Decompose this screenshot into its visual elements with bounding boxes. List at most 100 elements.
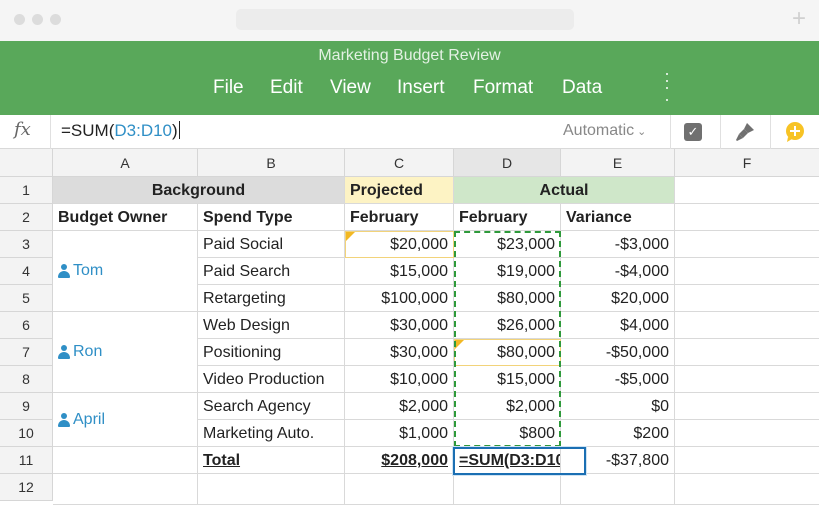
group-header-background[interactable]: Background bbox=[53, 177, 345, 204]
projected-cell[interactable]: $2,000 bbox=[345, 393, 454, 420]
header-spend-type[interactable]: Spend Type bbox=[198, 204, 345, 231]
owner-cell-ron[interactable]: Ron bbox=[53, 312, 198, 393]
menu-data[interactable]: Data bbox=[562, 75, 602, 101]
projected-cell[interactable]: $1,000 bbox=[345, 420, 454, 447]
variance-cell[interactable]: -$50,000 bbox=[561, 339, 675, 366]
header-variance[interactable]: Variance bbox=[561, 204, 675, 231]
variance-cell[interactable]: -$5,000 bbox=[561, 366, 675, 393]
menu-edit[interactable]: Edit bbox=[270, 75, 303, 101]
row-header[interactable]: 4 bbox=[0, 258, 53, 285]
row-header[interactable]: 7 bbox=[0, 339, 53, 366]
variance-cell[interactable]: -$4,000 bbox=[561, 258, 675, 285]
cell[interactable] bbox=[198, 474, 345, 505]
actual-cell[interactable]: $800 bbox=[454, 420, 561, 447]
minimize-window-button[interactable] bbox=[32, 14, 43, 25]
spreadsheet-grid[interactable]: A B C D E F 1 2 3 4 5 6 7 8 9 10 11 12 B… bbox=[0, 149, 819, 505]
select-all-corner[interactable] bbox=[0, 149, 53, 177]
projected-cell[interactable]: $100,000 bbox=[345, 285, 454, 312]
column-header-c[interactable]: C bbox=[345, 149, 454, 177]
group-header-projected[interactable]: Projected bbox=[345, 177, 454, 204]
column-header-d[interactable]: D bbox=[454, 149, 561, 177]
cell[interactable] bbox=[561, 474, 675, 505]
cell[interactable] bbox=[675, 177, 819, 204]
address-bar[interactable] bbox=[236, 9, 574, 30]
cell[interactable] bbox=[675, 285, 819, 312]
paint-format-icon[interactable] bbox=[734, 121, 756, 143]
cell[interactable] bbox=[675, 231, 819, 258]
cell[interactable] bbox=[53, 447, 198, 474]
actual-cell[interactable]: $19,000 bbox=[454, 258, 561, 285]
spend-type-cell[interactable]: Marketing Auto. bbox=[198, 420, 345, 447]
cell[interactable] bbox=[675, 474, 819, 505]
variance-cell[interactable]: $200 bbox=[561, 420, 675, 447]
spend-type-cell[interactable]: Paid Social bbox=[198, 231, 345, 258]
cell[interactable] bbox=[675, 420, 819, 447]
group-header-actual[interactable]: Actual bbox=[454, 177, 675, 204]
column-header-a[interactable]: A bbox=[53, 149, 198, 177]
projected-cell[interactable]: $15,000 bbox=[345, 258, 454, 285]
actual-cell[interactable]: $23,000 bbox=[454, 231, 561, 258]
checkbox-format-icon[interactable]: ✓ bbox=[684, 123, 702, 141]
comment-indicator-icon[interactable] bbox=[346, 232, 355, 241]
variance-cell[interactable]: $0 bbox=[561, 393, 675, 420]
add-comment-icon[interactable] bbox=[784, 121, 806, 143]
menu-insert[interactable]: Insert bbox=[397, 75, 445, 101]
cell[interactable] bbox=[675, 447, 819, 474]
projected-cell[interactable]: $30,000 bbox=[345, 339, 454, 366]
spend-type-cell[interactable]: Retargeting bbox=[198, 285, 345, 312]
close-window-button[interactable] bbox=[14, 14, 25, 25]
spend-type-cell[interactable]: Web Design bbox=[198, 312, 345, 339]
column-header-f[interactable]: F bbox=[675, 149, 819, 177]
cell[interactable] bbox=[675, 339, 819, 366]
row-header[interactable]: 6 bbox=[0, 312, 53, 339]
row-header[interactable]: 8 bbox=[0, 366, 53, 393]
row-header[interactable]: 9 bbox=[0, 393, 53, 420]
row-header[interactable]: 11 bbox=[0, 447, 53, 474]
cell[interactable] bbox=[454, 474, 561, 505]
actual-cell[interactable]: $2,000 bbox=[454, 393, 561, 420]
row-header[interactable]: 1 bbox=[0, 177, 53, 204]
projected-cell[interactable]: $10,000 bbox=[345, 366, 454, 393]
total-label[interactable]: Total bbox=[198, 447, 345, 474]
variance-cell[interactable]: $4,000 bbox=[561, 312, 675, 339]
cell[interactable] bbox=[675, 393, 819, 420]
projected-cell[interactable]: $30,000 bbox=[345, 312, 454, 339]
header-projected-february[interactable]: February bbox=[345, 204, 454, 231]
column-header-b[interactable]: B bbox=[198, 149, 345, 177]
more-menu-icon[interactable] bbox=[663, 71, 671, 103]
cell[interactable] bbox=[675, 204, 819, 231]
row-header[interactable]: 12 bbox=[0, 474, 53, 501]
total-variance-cell[interactable]: -$37,800 bbox=[561, 447, 675, 474]
number-format-dropdown[interactable]: Automatic ⌄ bbox=[563, 122, 646, 140]
owner-cell-april[interactable]: April bbox=[53, 393, 198, 447]
cell[interactable] bbox=[345, 474, 454, 505]
row-header[interactable]: 2 bbox=[0, 204, 53, 231]
zoom-window-button[interactable] bbox=[50, 14, 61, 25]
comment-indicator-icon[interactable] bbox=[455, 340, 464, 349]
menu-view[interactable]: View bbox=[330, 75, 371, 101]
actual-cell[interactable]: $80,000 bbox=[454, 285, 561, 312]
header-actual-february[interactable]: February bbox=[454, 204, 561, 231]
row-header[interactable]: 3 bbox=[0, 231, 53, 258]
actual-cell[interactable]: $15,000 bbox=[454, 366, 561, 393]
formula-input[interactable]: =SUM(D3:D10) bbox=[61, 121, 180, 141]
actual-cell[interactable]: $26,000 bbox=[454, 312, 561, 339]
row-header[interactable]: 10 bbox=[0, 420, 53, 447]
menu-format[interactable]: Format bbox=[473, 75, 533, 101]
document-title[interactable]: Marketing Budget Review bbox=[0, 47, 819, 65]
header-budget-owner[interactable]: Budget Owner bbox=[53, 204, 198, 231]
cell[interactable] bbox=[675, 258, 819, 285]
spend-type-cell[interactable]: Positioning bbox=[198, 339, 345, 366]
menu-file[interactable]: File bbox=[213, 75, 244, 101]
new-tab-plus-icon[interactable]: + bbox=[789, 5, 809, 33]
column-header-e[interactable]: E bbox=[561, 149, 675, 177]
spend-type-cell[interactable]: Video Production bbox=[198, 366, 345, 393]
variance-cell[interactable]: -$3,000 bbox=[561, 231, 675, 258]
row-header[interactable]: 5 bbox=[0, 285, 53, 312]
cell[interactable] bbox=[675, 366, 819, 393]
owner-cell-tom[interactable]: Tom bbox=[53, 231, 198, 312]
cell[interactable] bbox=[53, 474, 198, 505]
total-actual-formula-cell[interactable]: =SUM(D3:D10) bbox=[454, 447, 561, 474]
spend-type-cell[interactable]: Search Agency bbox=[198, 393, 345, 420]
spend-type-cell[interactable]: Paid Search bbox=[198, 258, 345, 285]
